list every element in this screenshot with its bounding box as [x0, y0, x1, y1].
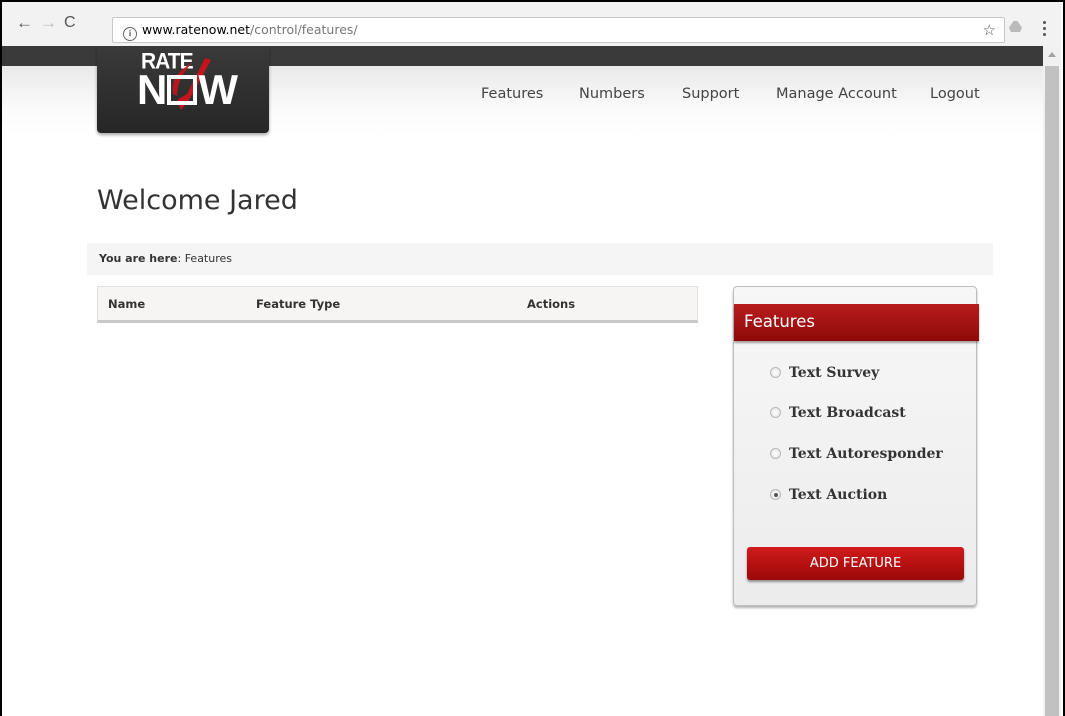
browser-menu-icon[interactable]	[1043, 21, 1046, 36]
breadcrumb-prefix: You are here	[99, 252, 178, 265]
forward-arrow-icon[interactable]: →	[40, 13, 57, 33]
breadcrumb-current: Features	[184, 252, 233, 265]
browser-toolbar: ← → C i www.ratenow.net/control/features/…	[2, 2, 1061, 46]
back-arrow-icon[interactable]: ←	[16, 13, 33, 33]
column-header-actions: Actions	[527, 297, 576, 311]
features-panel-title: Features	[734, 304, 979, 341]
url-path: /control/features/	[250, 22, 358, 37]
page-title: Welcome Jared	[97, 185, 298, 216]
info-icon[interactable]: i	[123, 27, 137, 41]
option-text-survey[interactable]: Text Survey	[770, 364, 879, 382]
features-table-header: Name Feature Type Actions	[97, 286, 698, 323]
option-text-broadcast[interactable]: Text Broadcast	[770, 404, 906, 422]
address-bar[interactable]: i www.ratenow.net/control/features/ ☆	[112, 17, 1005, 43]
nav-numbers[interactable]: Numbers	[579, 86, 645, 102]
option-label: Text Broadcast	[789, 405, 906, 421]
add-feature-button[interactable]: ADD FEATURE	[747, 547, 964, 580]
logo-letter-o-box	[167, 75, 198, 105]
option-label: Text Autoresponder	[789, 446, 943, 462]
logo-text-now: NW	[137, 66, 238, 113]
extension-icon[interactable]	[1009, 21, 1022, 32]
nav-manage-account[interactable]: Manage Account	[776, 86, 897, 102]
bookmark-star-icon[interactable]: ☆	[983, 18, 996, 42]
column-header-feature-type[interactable]: Feature Type	[256, 297, 340, 311]
option-label: Text Survey	[789, 365, 880, 381]
features-panel: Features Text Survey Text Broadcast Text…	[733, 286, 979, 606]
option-text-auction[interactable]: Text Auction	[770, 486, 887, 504]
logo-letter-w: W	[198, 66, 238, 113]
column-header-name[interactable]: Name	[108, 297, 145, 311]
nav-logout[interactable]: Logout	[930, 86, 980, 102]
logo-letter-n: N	[137, 66, 167, 113]
option-text-autoresponder[interactable]: Text Autoresponder	[770, 445, 943, 463]
scrollbar-thumb[interactable]	[1045, 66, 1059, 716]
vertical-scrollbar[interactable]	[1043, 46, 1061, 716]
page-viewport: RATE NW Features Numbers Support Manage …	[2, 46, 1043, 716]
radio-text-autoresponder[interactable]	[770, 448, 781, 459]
radio-text-auction[interactable]	[770, 489, 781, 500]
radio-text-broadcast[interactable]	[770, 407, 781, 418]
reload-icon[interactable]: C	[64, 13, 76, 33]
nav-support[interactable]: Support	[682, 86, 739, 102]
nav-features[interactable]: Features	[481, 86, 543, 102]
ratenow-logo[interactable]: RATE NW	[97, 46, 269, 133]
breadcrumb: You are here: Features	[87, 243, 993, 275]
scroll-up-arrow-icon[interactable]	[1048, 52, 1056, 57]
radio-text-survey[interactable]	[770, 367, 781, 378]
option-label: Text Auction	[789, 487, 888, 503]
url-host: www.ratenow.net	[142, 22, 251, 37]
